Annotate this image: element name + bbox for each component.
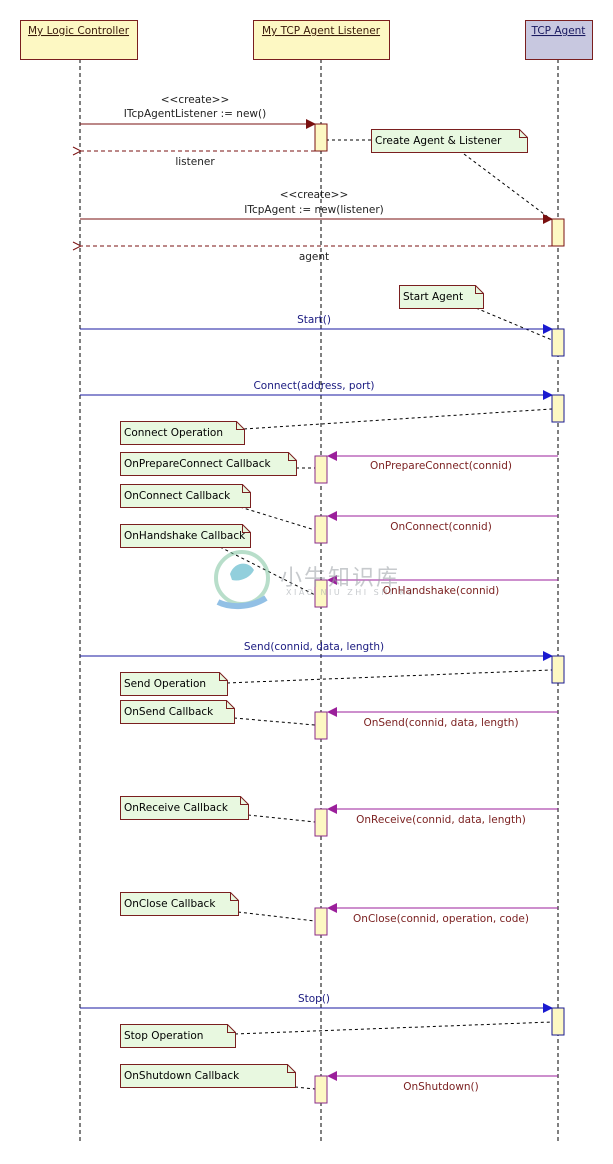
sequence-diagram: My Logic Controller My TCP Agent Listener… xyxy=(20,20,593,1142)
participant-listener[interactable]: My TCP Agent Listener xyxy=(253,20,390,60)
activation-bar xyxy=(314,123,328,152)
note-text: Connect Operation xyxy=(124,427,223,439)
note[interactable]: OnConnect Callback xyxy=(120,484,251,508)
note-connector xyxy=(243,408,553,430)
note-connector xyxy=(237,911,316,922)
activation-bar xyxy=(314,1075,328,1104)
note[interactable]: Create Agent & Listener xyxy=(371,129,528,153)
message-label: OnConnect(connid) xyxy=(390,521,492,533)
note[interactable]: Stop Operation xyxy=(120,1024,236,1048)
activation-bar xyxy=(551,655,565,684)
note-connector xyxy=(294,1086,316,1090)
note-text: Create Agent & Listener xyxy=(375,135,502,147)
note[interactable]: Connect Operation xyxy=(120,421,245,445)
note-connector xyxy=(233,717,316,726)
activation-bar xyxy=(314,455,328,484)
message-label: listener xyxy=(175,156,215,168)
activation-bar xyxy=(314,515,328,544)
activation-bar xyxy=(314,808,328,837)
message-label: Start() xyxy=(297,314,331,326)
activation-bar xyxy=(551,394,565,423)
activation-bar xyxy=(551,328,565,357)
note-text: OnHandshake Callback xyxy=(124,530,246,542)
notes: Create Agent & Listener Start Agent Connec… xyxy=(120,129,528,1088)
note[interactable]: OnPrepareConnect Callback xyxy=(120,452,297,476)
message-label: Send(connid, data, length) xyxy=(244,641,384,653)
message-label: Stop() xyxy=(298,993,330,1005)
note[interactable]: OnShutdown Callback xyxy=(120,1064,296,1088)
note[interactable]: OnReceive Callback xyxy=(120,796,249,820)
message-label: agent xyxy=(299,251,329,263)
note-connector xyxy=(475,307,553,341)
message-label: OnClose(connid, operation, code) xyxy=(353,913,529,925)
note-text: OnClose Callback xyxy=(124,898,216,910)
participant-label: My Logic Controller xyxy=(28,25,130,37)
message-label: OnSend(connid, data, length) xyxy=(363,717,518,729)
message-label: OnReceive(connid, data, length) xyxy=(356,814,526,826)
note[interactable]: OnSend Callback xyxy=(120,700,235,724)
note-text: Send Operation xyxy=(124,678,206,690)
note-connectors xyxy=(219,139,553,1090)
note[interactable]: Send Operation xyxy=(120,672,228,696)
message-stereotype: <<create>> xyxy=(161,94,230,106)
note-connector xyxy=(239,506,316,531)
message-label: ITcpAgent := new(listener) xyxy=(244,204,383,216)
note-connector xyxy=(463,153,553,221)
message-label: OnShutdown() xyxy=(403,1081,479,1093)
note-text: Start Agent xyxy=(403,291,463,303)
note-text: OnSend Callback xyxy=(124,706,214,718)
activation-bar xyxy=(314,711,328,740)
message-label: OnHandshake(connid) xyxy=(383,585,500,597)
participant-agent[interactable]: TCP Agent xyxy=(525,20,593,60)
activation-bar xyxy=(314,907,328,936)
note[interactable]: Start Agent xyxy=(399,285,484,309)
message-label: OnPrepareConnect(connid) xyxy=(370,460,512,472)
activation-bar xyxy=(551,218,565,247)
note-text: Stop Operation xyxy=(124,1030,203,1042)
note-connector xyxy=(234,1021,553,1035)
activation-bar xyxy=(551,1007,565,1036)
note[interactable]: OnHandshake Callback xyxy=(120,524,251,548)
note-connector xyxy=(226,669,553,684)
participant-headers: My Logic Controller My TCP Agent Listener… xyxy=(20,20,593,60)
note-text: OnConnect Callback xyxy=(124,490,231,502)
note-text: OnPrepareConnect Callback xyxy=(124,458,271,470)
participant-label: My TCP Agent Listener xyxy=(262,25,381,37)
activation-bars xyxy=(314,123,565,1104)
participant-controller[interactable]: My Logic Controller xyxy=(20,20,138,60)
note-text: OnShutdown Callback xyxy=(124,1070,240,1082)
message-label: ITcpAgentListener := new() xyxy=(124,108,266,120)
note-connector xyxy=(247,814,316,823)
note[interactable]: OnClose Callback xyxy=(120,892,239,916)
note-text: OnReceive Callback xyxy=(124,802,229,814)
message-stereotype: <<create>> xyxy=(280,189,349,201)
note-connector xyxy=(219,546,316,596)
activation-bar xyxy=(314,579,328,608)
message-label: Connect(address, port) xyxy=(253,380,374,392)
participant-label: TCP Agent xyxy=(531,25,586,37)
